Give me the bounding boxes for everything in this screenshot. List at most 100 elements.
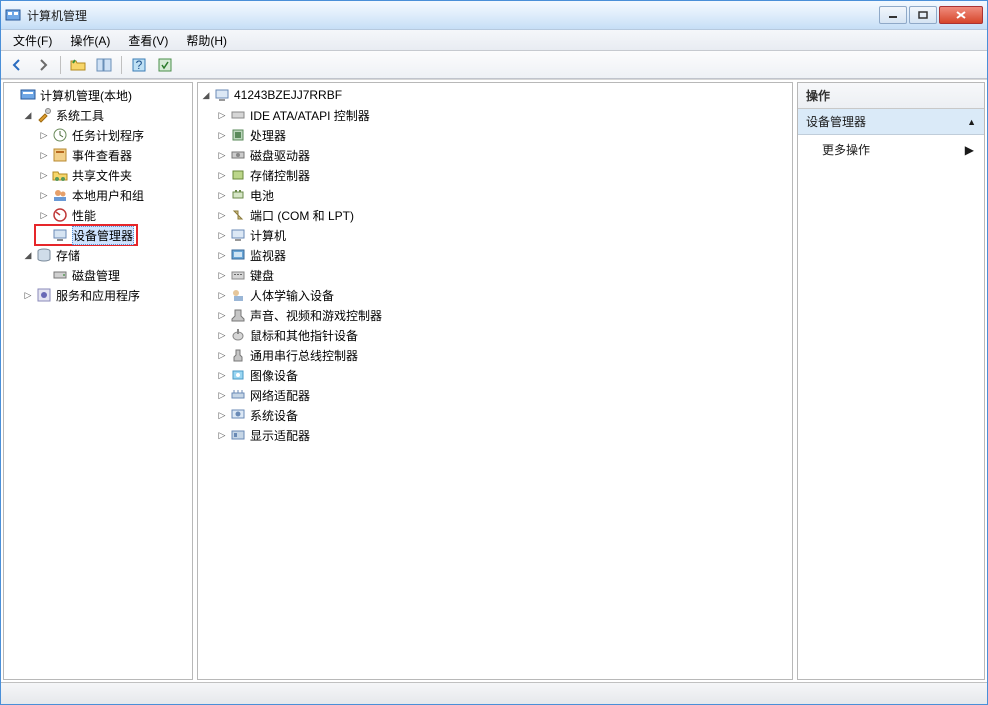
expander-icon[interactable]: ▷ [216, 209, 228, 221]
device-category[interactable]: ▷鼠标和其他指针设备 [198, 325, 792, 345]
share-icon [52, 167, 68, 183]
expander-icon[interactable]: ▷ [216, 409, 228, 421]
category-icon [230, 287, 246, 303]
category-label: 监视器 [250, 247, 286, 264]
toolbar-refresh-button[interactable] [153, 54, 177, 76]
submenu-arrow-icon: ▶ [965, 143, 974, 157]
expander-icon[interactable]: ◢ [22, 249, 34, 261]
device-category[interactable]: ▷ 人体学输入设备 [198, 285, 792, 305]
menu-file[interactable]: 文件(F) [5, 30, 60, 51]
device-root[interactable]: ◢ 41243BZEJJ7RRBF [198, 85, 792, 105]
device-category[interactable]: ▷ 通用串行总线控制器 [198, 345, 792, 365]
collapse-arrow-icon: ▲ [967, 117, 976, 127]
device-category[interactable]: ▷声音、视频和游戏控制器 [198, 305, 792, 325]
device-category[interactable]: ▷电池 [198, 185, 792, 205]
tree-root[interactable]: 计算机管理(本地) [4, 85, 192, 105]
toolbar-view-button[interactable] [92, 54, 116, 76]
device-category[interactable]: ▷IDE ATA/ATAPI 控制器 [198, 105, 792, 125]
device-category[interactable]: ▷ 处理器 [198, 125, 792, 145]
category-label: 磁盘驱动器 [250, 147, 310, 164]
tree-local-users[interactable]: ▷ 本地用户和组 [4, 185, 192, 205]
expander-icon[interactable]: ▷ [216, 109, 228, 121]
tools-icon [36, 107, 52, 123]
expander-icon[interactable]: ◢ [200, 89, 212, 101]
expander-icon[interactable]: ▷ [216, 149, 228, 161]
expander-icon[interactable]: ▷ [38, 189, 50, 201]
category-label: 处理器 [250, 127, 286, 144]
services-icon [36, 287, 52, 303]
category-label: 系统设备 [250, 407, 298, 424]
scope-tree[interactable]: 计算机管理(本地) ◢ 系统工具 ▷ 任务计划程序 ▷ 事件查看器 [4, 83, 192, 307]
device-category[interactable]: ▷存储控制器 [198, 165, 792, 185]
expander-icon[interactable]: ▷ [22, 289, 34, 301]
expander-icon[interactable]: ▷ [216, 269, 228, 281]
app-icon [5, 7, 21, 23]
device-category[interactable]: ▷端口 (COM 和 LPT) [198, 205, 792, 225]
category-icon [230, 427, 246, 443]
expander-icon[interactable]: ▷ [216, 329, 228, 341]
category-icon [230, 367, 246, 383]
expander-icon[interactable]: ▷ [216, 229, 228, 241]
toolbar-folder-button[interactable] [66, 54, 90, 76]
action-more[interactable]: 更多操作 ▶ [798, 135, 984, 164]
tree-storage[interactable]: ◢ 存储 [4, 245, 192, 265]
category-icon [230, 407, 246, 423]
tree-disk-mgmt[interactable]: 磁盘管理 [4, 265, 192, 285]
close-button[interactable] [939, 6, 983, 24]
expander-icon[interactable]: ▷ [216, 289, 228, 301]
actions-section[interactable]: 设备管理器 ▲ [798, 109, 984, 135]
category-icon [230, 227, 246, 243]
minimize-button[interactable] [879, 6, 907, 24]
category-label: 图像设备 [250, 367, 298, 384]
tree-shared-folders[interactable]: ▷ 共享文件夹 [4, 165, 192, 185]
device-category[interactable]: ▷ 磁盘驱动器 [198, 145, 792, 165]
expander-icon[interactable]: ◢ [22, 109, 34, 121]
expander-icon[interactable]: ▷ [216, 169, 228, 181]
computer-mgmt-icon [20, 87, 36, 103]
expander-icon[interactable]: ▷ [38, 209, 50, 221]
expander-icon[interactable]: ▷ [38, 129, 50, 141]
device-category[interactable]: ▷ 网络适配器 [198, 385, 792, 405]
menu-view[interactable]: 查看(V) [120, 30, 176, 51]
expander-icon[interactable]: ▷ [216, 129, 228, 141]
expander-icon[interactable]: ▷ [216, 189, 228, 201]
tree-device-manager[interactable]: 设备管理器 [4, 225, 192, 245]
tree-services-apps[interactable]: ▷ 服务和应用程序 [4, 285, 192, 305]
category-label: 通用串行总线控制器 [250, 347, 358, 364]
category-label: 人体学输入设备 [250, 287, 334, 304]
expander-icon[interactable]: ▷ [216, 369, 228, 381]
toolbar-help-button[interactable]: ? [127, 54, 151, 76]
menu-action[interactable]: 操作(A) [62, 30, 118, 51]
event-icon [52, 147, 68, 163]
expander-icon[interactable]: ▷ [216, 349, 228, 361]
expander-icon[interactable]: ▷ [216, 249, 228, 261]
nav-back-button[interactable] [5, 54, 29, 76]
device-category[interactable]: ▷ 计算机 [198, 225, 792, 245]
tree-event-viewer[interactable]: ▷ 事件查看器 [4, 145, 192, 165]
category-label: 计算机 [250, 227, 286, 244]
tree-system-tools[interactable]: ◢ 系统工具 [4, 105, 192, 125]
svg-text:?: ? [136, 58, 143, 72]
expander-icon[interactable]: ▷ [216, 429, 228, 441]
category-icon [230, 307, 246, 323]
expander-icon[interactable]: ▷ [216, 389, 228, 401]
device-category[interactable]: ▷显示适配器 [198, 425, 792, 445]
device-category[interactable]: ▷ 监视器 [198, 245, 792, 265]
expander-icon[interactable]: ▷ [216, 309, 228, 321]
category-icon [230, 327, 246, 343]
left-scope-panel: 计算机管理(本地) ◢ 系统工具 ▷ 任务计划程序 ▷ 事件查看器 [3, 82, 193, 680]
status-bar [1, 682, 987, 704]
title-bar: 计算机管理 [1, 1, 987, 30]
tree-performance[interactable]: ▷ 性能 [4, 205, 192, 225]
maximize-button[interactable] [909, 6, 937, 24]
expander-icon[interactable]: ▷ [38, 169, 50, 181]
tree-task-scheduler[interactable]: ▷ 任务计划程序 [4, 125, 192, 145]
device-category[interactable]: ▷键盘 [198, 265, 792, 285]
expander-icon[interactable]: ▷ [38, 149, 50, 161]
menu-help[interactable]: 帮助(H) [178, 30, 235, 51]
device-category[interactable]: ▷ 系统设备 [198, 405, 792, 425]
nav-forward-button[interactable] [31, 54, 55, 76]
category-label: 网络适配器 [250, 387, 310, 404]
device-tree[interactable]: ◢ 41243BZEJJ7RRBF ▷IDE ATA/ATAPI 控制器▷处理器… [198, 83, 792, 447]
device-category[interactable]: ▷ 图像设备 [198, 365, 792, 385]
